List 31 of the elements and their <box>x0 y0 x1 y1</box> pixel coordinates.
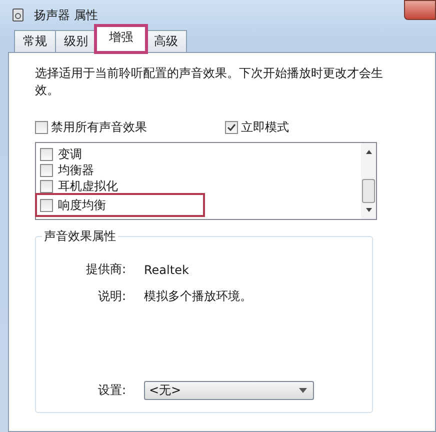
list-item[interactable]: 响度均衡 <box>40 198 200 212</box>
dropdown-arrow-icon <box>299 388 307 393</box>
scroll-down-icon[interactable] <box>364 207 372 213</box>
checkbox-label: 立即模式 <box>241 119 289 136</box>
field-value: 模拟多个播放环境。 <box>144 288 252 305</box>
field-label: 说明: <box>96 288 127 305</box>
list-item[interactable]: 耳机虚拟化 <box>40 179 357 193</box>
tab[interactable]: 高级 <box>145 30 187 52</box>
group-title: 声音效果属性 <box>43 228 117 245</box>
field-label: 设置: <box>96 382 127 399</box>
list-item[interactable]: 均衡器 <box>40 163 357 177</box>
checkbox[interactable] <box>40 198 53 212</box>
scroll-up-icon[interactable] <box>364 149 372 155</box>
setting-dropdown[interactable]: <无> <box>144 381 314 400</box>
speaker-icon <box>12 8 24 22</box>
tab[interactable]: 增强 <box>96 26 146 52</box>
tab[interactable]: 级别 <box>55 30 97 52</box>
checkbox[interactable] <box>40 148 53 160</box>
checkbox[interactable] <box>40 180 53 192</box>
checkbox[interactable] <box>225 121 238 134</box>
field-label: 提供商: <box>84 261 127 278</box>
checkbox-label: 禁用所有声音效果 <box>51 119 147 136</box>
scrollbar[interactable] <box>361 143 376 219</box>
window-title: 扬声器 属性 <box>34 6 98 24</box>
checkbox[interactable] <box>35 121 48 134</box>
list-item[interactable]: 变调 <box>40 147 357 161</box>
close-button[interactable] <box>404 0 436 20</box>
tab[interactable]: 常规 <box>14 30 56 52</box>
description-text: 选择适用于当前聆听配置的声音效果。下次开始播放时更改才会生效。 <box>35 65 384 99</box>
checkbox[interactable] <box>40 164 53 176</box>
field-value: Realtek <box>144 262 189 276</box>
